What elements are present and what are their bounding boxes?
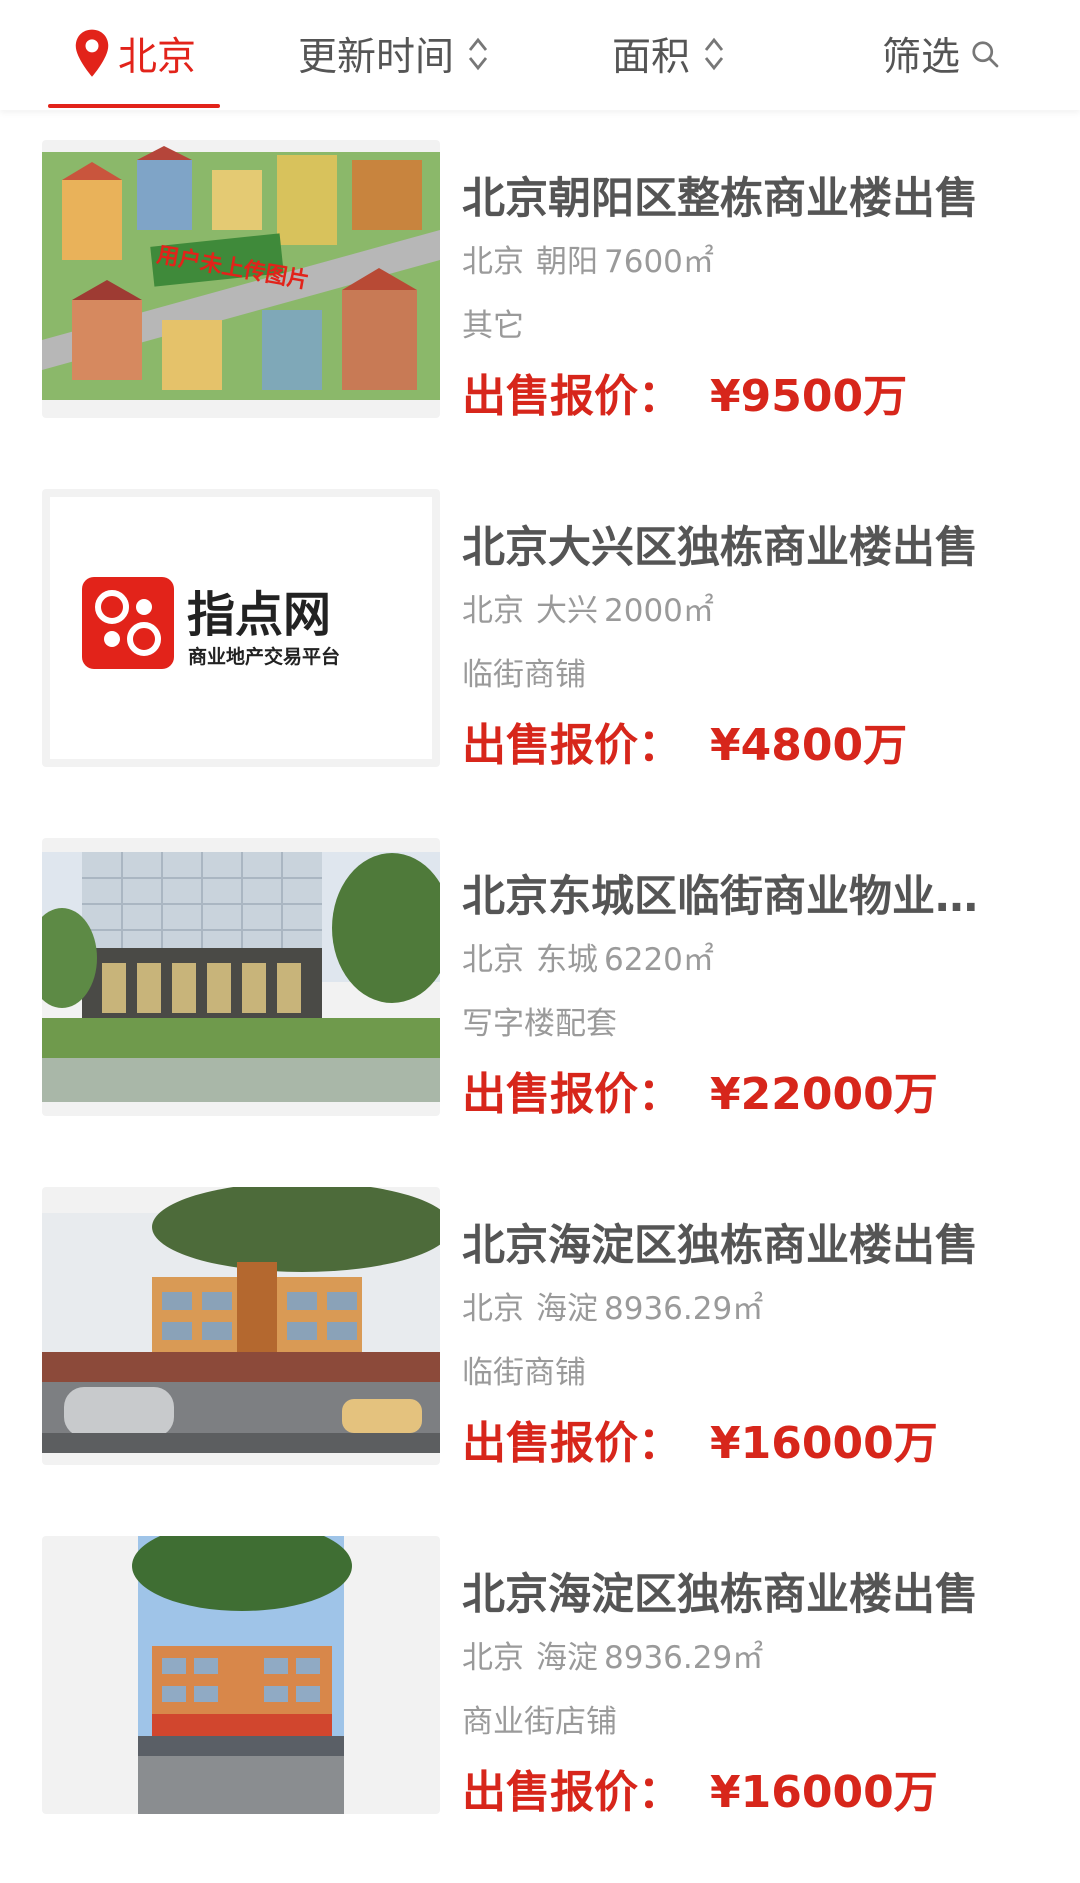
listing-area: 6220㎡ xyxy=(604,942,714,978)
listing-district: 海淀 xyxy=(536,1640,598,1676)
brand-logo-icon xyxy=(82,577,174,669)
listing-category: 临街商铺 xyxy=(462,657,586,693)
price-prefix: 出售报价： xyxy=(462,371,682,422)
listing-category: 临街商铺 xyxy=(462,1355,586,1391)
price-prefix: 出售报价： xyxy=(462,1767,682,1818)
listing-meta: 北京 大兴 2000㎡ xyxy=(462,585,714,630)
filter-button[interactable]: 筛选 xyxy=(882,22,1000,86)
listing-category: 商业街店铺 xyxy=(462,1704,617,1740)
listing-price: 出售报价： ¥4800万 xyxy=(462,709,907,773)
listing-card[interactable]: 北京海淀区独栋商业楼出售 北京 海淀 8936.29㎡ 临街商铺 出售报价： ¥160… xyxy=(0,1187,1080,1487)
city-selector[interactable]: 北京 xyxy=(72,22,196,86)
listing-price: 出售报价： ¥16000万 xyxy=(462,1756,938,1820)
listing-area: 2000㎡ xyxy=(604,593,714,629)
listing-price: 出售报价： ¥9500万 xyxy=(462,360,907,424)
listing-meta: 北京 海淀 8936.29㎡ xyxy=(462,1283,763,1328)
listing-thumbnail: 用户未上传图片 xyxy=(42,140,440,418)
update-time-label: 更新时间 xyxy=(298,35,455,80)
price-amount: ¥22000万 xyxy=(710,1069,938,1120)
listing-meta: 北京 海淀 8936.29㎡ xyxy=(462,1632,763,1677)
listing-area: 8936.29㎡ xyxy=(604,1640,764,1676)
listing-title: 北京大兴区独栋商业楼出售 xyxy=(462,523,978,573)
listing-district: 大兴 xyxy=(536,593,598,629)
price-amount: ¥16000万 xyxy=(710,1767,938,1818)
listing-title: 北京东城区临街商业物业出售 xyxy=(462,872,1007,922)
filter-bar: 北京 更新时间 面积 筛选 xyxy=(0,0,1080,110)
listing-district: 海淀 xyxy=(536,1291,598,1327)
listing-title: 北京朝阳区整栋商业楼出售 xyxy=(462,174,978,224)
listing-title: 北京海淀区独栋商业楼出售 xyxy=(462,1570,978,1620)
listing-title: 北京海淀区独栋商业楼出售 xyxy=(462,1221,978,1271)
price-amount: ¥9500万 xyxy=(710,371,908,422)
price-amount: ¥16000万 xyxy=(710,1418,938,1469)
placeholder-city-illustration: 用户未上传图片 xyxy=(42,146,440,400)
listing-price: 出售报价： ¥16000万 xyxy=(462,1407,938,1471)
logo-tagline: 商业地产交易平台 xyxy=(188,645,340,668)
listing-thumbnail xyxy=(42,1187,440,1465)
listing-area: 7600㎡ xyxy=(604,244,714,280)
price-prefix: 出售报价： xyxy=(462,1069,682,1120)
search-icon xyxy=(972,41,999,68)
price-amount: ¥4800万 xyxy=(710,720,908,771)
listing-price: 出售报价： ¥22000万 xyxy=(462,1058,938,1122)
sort-toggle-icon xyxy=(704,37,724,71)
filter-label: 筛选 xyxy=(882,35,961,80)
area-label: 面积 xyxy=(612,35,691,80)
building-photo xyxy=(42,1187,440,1453)
listing-card[interactable]: 用户未上传图片 北京朝阳区整栋商业楼出售 北京 朝阳 7600㎡ 其它 出售报价： ¥… xyxy=(0,140,1080,440)
sort-by-area[interactable]: 面积 xyxy=(612,22,726,86)
price-prefix: 出售报价： xyxy=(462,1418,682,1469)
listing-card[interactable]: 北京东城区临街商业物业出售 北京 东城 6220㎡ 写字楼配套 出售报价： ¥2200… xyxy=(0,838,1080,1138)
listing-category: 其它 xyxy=(462,308,524,344)
listing-thumbnail: 指点网 商业地产交易平台 xyxy=(42,489,440,767)
listing-thumbnail xyxy=(42,838,440,1116)
city-label: 北京 xyxy=(118,35,197,80)
listing-card[interactable]: 指点网 商业地产交易平台 北京大兴区独栋商业楼出售 北京 大兴 2000㎡ 临街商铺… xyxy=(0,489,1080,789)
listing-city: 北京 xyxy=(462,1291,524,1327)
listing-meta: 北京 朝阳 7600㎡ xyxy=(462,236,714,281)
listing-area: 8936.29㎡ xyxy=(604,1291,764,1327)
listing-district: 朝阳 xyxy=(536,244,598,280)
building-photo xyxy=(132,1536,352,1814)
listing-city: 北京 xyxy=(462,593,524,629)
sort-toggle-icon xyxy=(468,37,488,71)
active-tab-indicator xyxy=(48,104,220,108)
listing-district: 东城 xyxy=(536,942,598,978)
logo-name: 指点网 xyxy=(187,587,331,643)
listing-thumbnail xyxy=(42,1536,440,1814)
sort-by-update-time[interactable]: 更新时间 xyxy=(298,22,490,86)
listing-card[interactable]: 北京海淀区独栋商业楼出售 北京 海淀 8936.29㎡ 商业街店铺 出售报价： ¥16… xyxy=(0,1536,1080,1836)
listing-meta: 北京 东城 6220㎡ xyxy=(462,934,714,979)
price-prefix: 出售报价： xyxy=(462,720,682,771)
logo-image: 指点网 商业地产交易平台 xyxy=(82,577,340,669)
listing-city: 北京 xyxy=(462,942,524,978)
listing-city: 北京 xyxy=(462,1640,524,1676)
building-photo xyxy=(42,852,440,1102)
location-pin-icon xyxy=(75,29,109,77)
listing-category: 写字楼配套 xyxy=(462,1006,617,1042)
listing-city: 北京 xyxy=(462,244,524,280)
